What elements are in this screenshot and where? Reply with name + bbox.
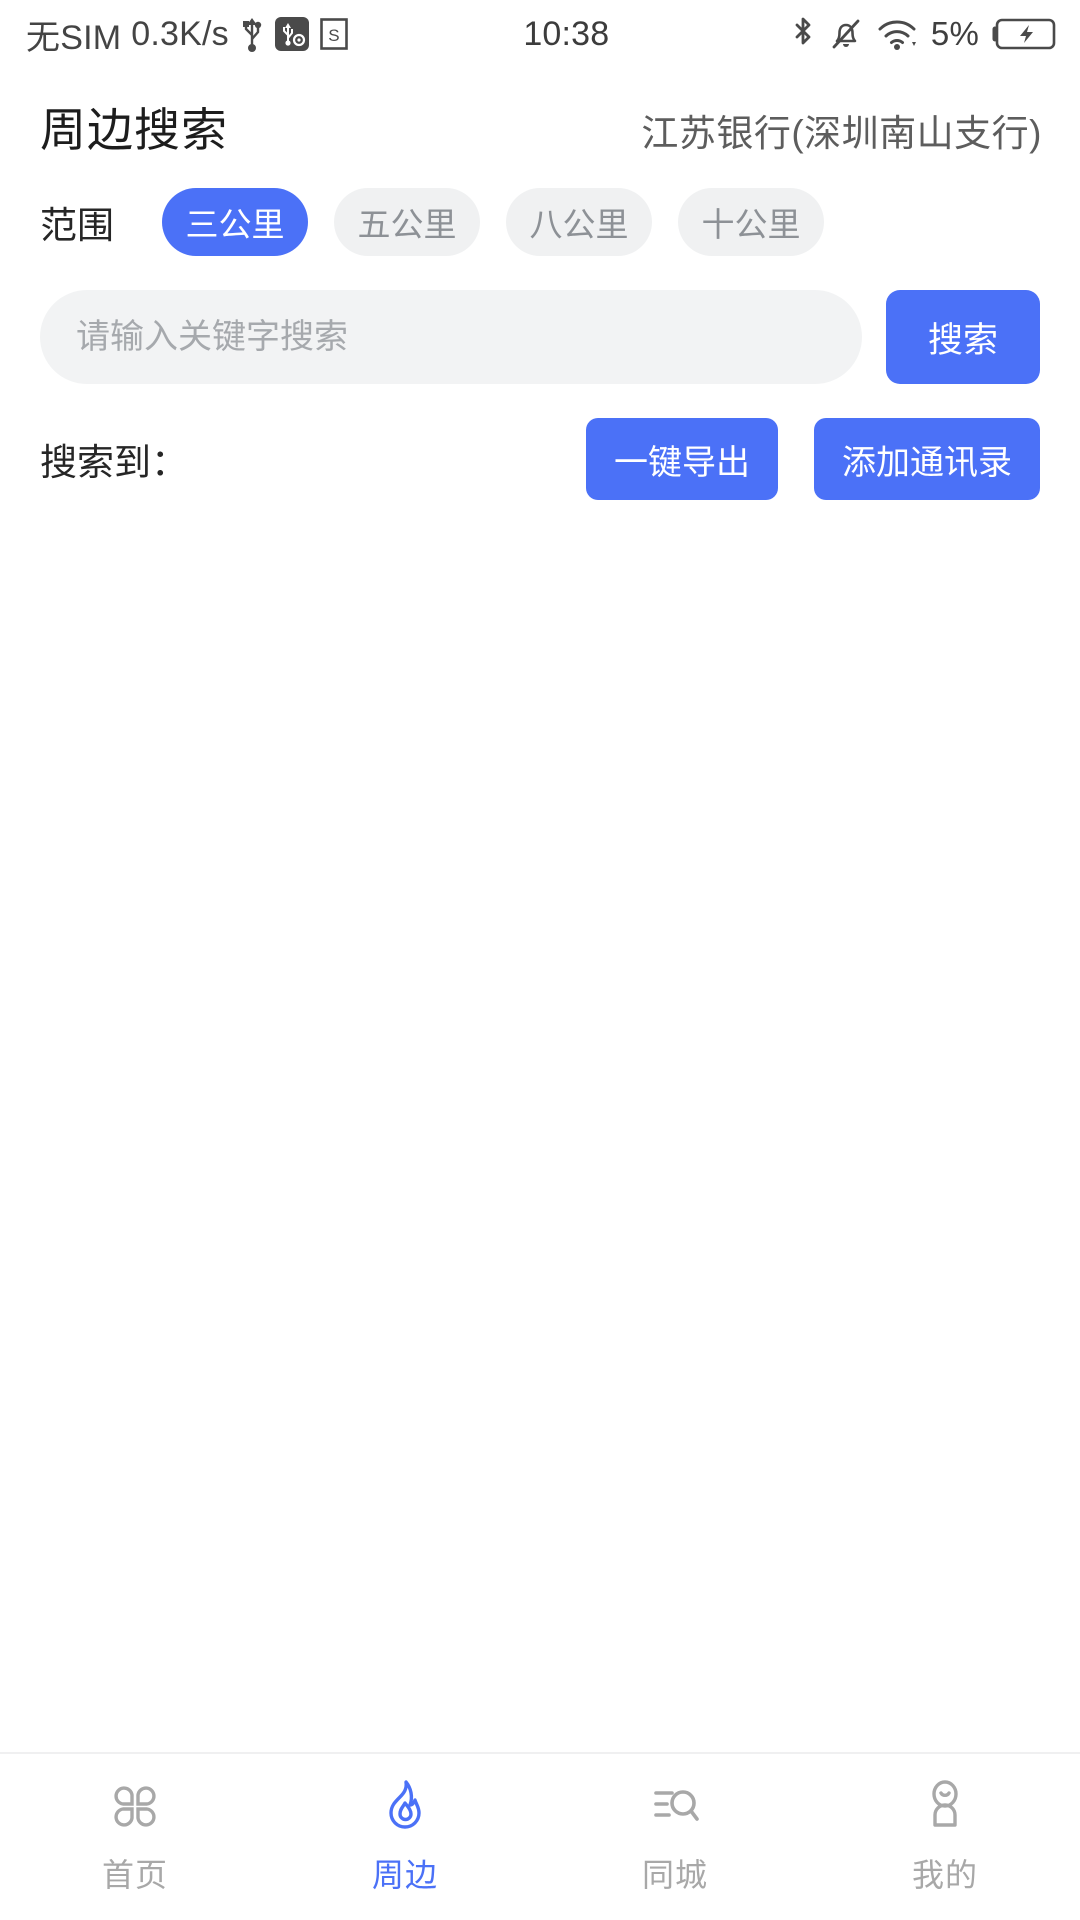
- page-title: 周边搜索: [40, 104, 228, 156]
- battery-charging-icon: [992, 17, 1058, 51]
- tab-same-city[interactable]: 同城: [540, 1776, 810, 1896]
- status-bar-clock: 10:38: [523, 14, 610, 53]
- action-button-group: 一键导出 添加通讯录: [586, 418, 1040, 500]
- range-label: 范围: [40, 205, 114, 246]
- results-list: [0, 500, 1080, 1752]
- branch-name-label: 江苏银行(深圳南山支行): [641, 113, 1042, 154]
- tab-nearby-label: 周边: [371, 1857, 438, 1893]
- tab-same-city-label: 同城: [641, 1857, 708, 1893]
- screenshot-icon: S: [319, 17, 349, 51]
- tab-mine[interactable]: 我的: [810, 1776, 1080, 1896]
- range-pill-10km[interactable]: 十公里: [678, 188, 824, 256]
- export-button[interactable]: 一键导出: [586, 418, 778, 500]
- person-icon: [915, 1776, 975, 1836]
- add-contacts-button[interactable]: 添加通讯录: [814, 418, 1040, 500]
- tab-nearby[interactable]: 周边: [270, 1776, 540, 1896]
- app-screen: 无SIM 0.3K/s S 10:38 5% 周边搜索 江苏银行(深圳南山支行)…: [0, 0, 1080, 1920]
- status-bar: 无SIM 0.3K/s S 10:38 5%: [0, 0, 1080, 68]
- range-pill-5km[interactable]: 五公里: [334, 188, 480, 256]
- status-bar-right: 5%: [790, 15, 1058, 53]
- page-header: 周边搜索 江苏银行(深圳南山支行): [0, 68, 1080, 160]
- range-pill-group: 三公里 五公里 八公里 十公里: [162, 188, 824, 256]
- battery-percent-label: 5%: [930, 15, 979, 52]
- status-bar-left: 无SIM 0.3K/s S: [26, 10, 349, 59]
- results-action-row: 搜索到： 一键导出 添加通讯录: [0, 384, 1080, 500]
- search-button[interactable]: 搜索: [886, 290, 1040, 384]
- svg-text:S: S: [328, 26, 340, 45]
- usb-debug-icon: [274, 17, 309, 51]
- mute-bell-icon: [829, 15, 863, 53]
- tab-home[interactable]: 首页: [0, 1776, 270, 1896]
- range-pill-3km[interactable]: 三公里: [162, 188, 308, 256]
- list-search-icon: [645, 1776, 705, 1836]
- flame-icon: [375, 1776, 435, 1836]
- search-input[interactable]: [76, 317, 826, 357]
- search-input-wrapper[interactable]: [40, 290, 862, 384]
- search-row: 搜索: [0, 256, 1080, 384]
- bottom-tab-bar: 首页 周边 同城 我的: [0, 1752, 1080, 1920]
- range-filter-row: 范围 三公里 五公里 八公里 十公里: [0, 160, 1080, 256]
- wifi-icon: [876, 17, 918, 51]
- bluetooth-icon: [790, 15, 816, 53]
- range-pill-8km[interactable]: 八公里: [506, 188, 652, 256]
- tab-mine-label: 我的: [911, 1857, 978, 1893]
- network-speed-label: 0.3K/s: [131, 14, 229, 53]
- found-count-label: 搜索到：: [40, 442, 188, 483]
- tab-home-label: 首页: [101, 1857, 168, 1893]
- usb-icon: [239, 15, 265, 53]
- carrier-label: 无SIM: [26, 18, 122, 57]
- grid-clover-icon: [105, 1776, 165, 1836]
